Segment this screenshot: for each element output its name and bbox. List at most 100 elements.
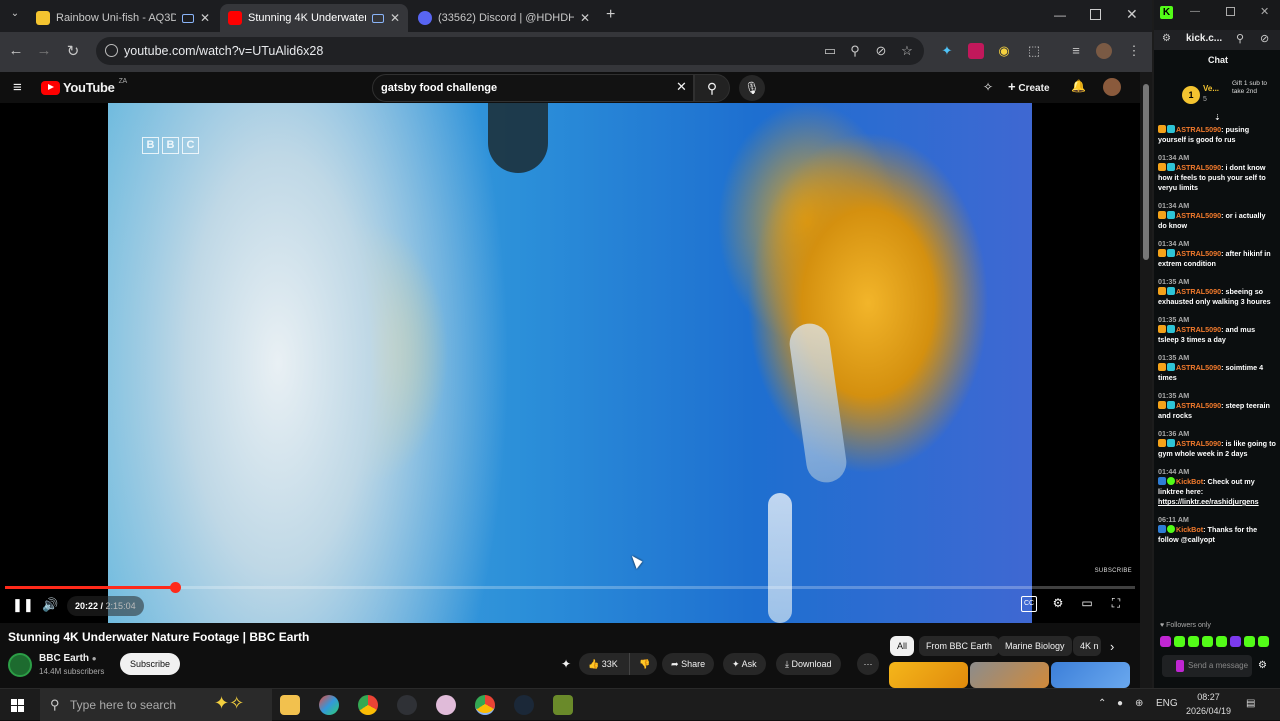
app-icon[interactable] bbox=[436, 695, 456, 715]
chat-username[interactable]: ASTRAL5090 bbox=[1176, 401, 1221, 410]
ask-button[interactable]: ✦ Ask bbox=[723, 653, 766, 675]
account-avatar[interactable] bbox=[1103, 78, 1121, 96]
maximize-icon[interactable] bbox=[1090, 9, 1101, 20]
app-icon[interactable] bbox=[319, 695, 339, 715]
emote-picker-icon[interactable] bbox=[1176, 660, 1184, 672]
minimize-icon[interactable]: — bbox=[1190, 6, 1200, 17]
chrome-icon[interactable] bbox=[358, 695, 378, 715]
extensions-puzzle-icon[interactable]: ⬚ bbox=[1026, 43, 1042, 59]
app-icon[interactable] bbox=[553, 695, 573, 715]
chat-settings-icon[interactable]: ⚙ bbox=[1258, 660, 1267, 671]
sparkle-ai-icon[interactable]: ✧ bbox=[983, 80, 993, 94]
chat-username[interactable]: ASTRAL5090 bbox=[1176, 439, 1221, 448]
search-input[interactable]: gatsby food challenge bbox=[372, 74, 694, 102]
page-scrollbar[interactable] bbox=[1140, 72, 1152, 688]
profile-avatar[interactable] bbox=[1096, 43, 1112, 59]
chip-marine-biology[interactable]: Marine Biology bbox=[998, 636, 1072, 656]
language-indicator[interactable]: ENG bbox=[1156, 698, 1178, 709]
site-info-icon[interactable] bbox=[105, 44, 118, 57]
download-button[interactable]: ⤓ Download bbox=[776, 653, 841, 675]
chip-4k[interactable]: 4K n bbox=[1073, 636, 1101, 656]
chat-username[interactable]: ASTRAL5090 bbox=[1176, 163, 1221, 172]
eye-off-icon[interactable]: ⊘ bbox=[873, 43, 889, 59]
site-settings-icon[interactable]: ⚙ bbox=[1162, 33, 1171, 44]
address-bar[interactable]: youtube.com/watch?v=UTuAlid6x28 bbox=[96, 37, 924, 65]
clear-search-icon[interactable]: ✕ bbox=[676, 79, 687, 95]
recommended-thumbnail[interactable] bbox=[970, 662, 1049, 688]
chevron-right-icon[interactable]: › bbox=[1110, 639, 1114, 654]
network-icon[interactable]: ⊕ bbox=[1135, 698, 1143, 709]
eye-off-icon[interactable]: ⊘ bbox=[1260, 32, 1269, 45]
video-player[interactable]: B B C SUBSCRIBE ❚❚ 🔊 20:22 / 2:15:04 CC … bbox=[0, 103, 1140, 623]
captions-icon[interactable]: CC bbox=[1021, 596, 1037, 612]
new-tab-button[interactable]: + bbox=[606, 6, 615, 24]
progress-bar[interactable] bbox=[5, 582, 1135, 593]
chat-link[interactable]: https://linktr.ee/rashidjurgens bbox=[1158, 497, 1259, 506]
pinned-gift-banner[interactable]: 1 Ve... 5 Gift 1 sub to take 2nd bbox=[1158, 80, 1278, 110]
ask-ai-icon[interactable]: ✦ bbox=[561, 657, 571, 671]
microphone-icon[interactable]: ● bbox=[1117, 698, 1123, 709]
volume-icon[interactable]: 🔊 bbox=[42, 597, 58, 613]
file-explorer-icon[interactable] bbox=[280, 695, 300, 715]
create-button[interactable]: + Create bbox=[1008, 79, 1050, 94]
emote-icon[interactable] bbox=[1258, 636, 1269, 647]
search-button[interactable]: ⚲ bbox=[694, 74, 730, 102]
scrollbar-thumb[interactable] bbox=[1143, 84, 1149, 260]
voice-search-button[interactable]: 🎙 bbox=[739, 75, 765, 101]
chat-username[interactable]: KickBot bbox=[1176, 525, 1203, 534]
tray-chevron-up-icon[interactable]: ⌃ bbox=[1098, 698, 1106, 709]
zoom-icon[interactable]: ⚲ bbox=[1236, 32, 1244, 45]
tab-search-chevron-icon[interactable]: ⌄ bbox=[6, 8, 24, 24]
menu-kebab-icon[interactable]: ⋮ bbox=[1126, 43, 1142, 59]
channel-avatar[interactable] bbox=[8, 653, 32, 677]
dislike-button[interactable]: 👎 bbox=[629, 653, 657, 675]
hamburger-menu-icon[interactable]: ≡ bbox=[13, 79, 22, 96]
extension-icon[interactable]: ✦ bbox=[939, 43, 955, 59]
recommended-thumbnail[interactable] bbox=[1051, 662, 1130, 688]
cast-icon[interactable]: ▭ bbox=[822, 43, 838, 59]
back-icon[interactable]: ← bbox=[6, 42, 26, 59]
settings-gear-icon[interactable]: ⚙ bbox=[1050, 596, 1066, 612]
chat-username[interactable]: ASTRAL5090 bbox=[1176, 211, 1221, 220]
emote-icon[interactable] bbox=[1230, 636, 1241, 647]
chevron-down-icon[interactable]: ⇣ bbox=[1214, 113, 1221, 122]
emote-icon[interactable] bbox=[1216, 636, 1227, 647]
forward-icon[interactable]: → bbox=[34, 42, 54, 59]
chat-username[interactable]: ASTRAL5090 bbox=[1176, 125, 1221, 134]
extension-icon[interactable]: ◉ bbox=[996, 43, 1012, 59]
miniplayer-icon[interactable]: ▭ bbox=[1079, 596, 1095, 612]
chat-username[interactable]: ASTRAL5090 bbox=[1176, 287, 1221, 296]
video-frame[interactable]: B B C bbox=[108, 103, 1032, 623]
chrome-icon[interactable] bbox=[475, 695, 495, 715]
chat-username[interactable]: KickBot bbox=[1176, 477, 1203, 486]
like-button[interactable]: 👍 33K bbox=[579, 653, 629, 675]
fullscreen-icon[interactable]: ⛶ bbox=[1108, 596, 1124, 612]
emote-icon[interactable] bbox=[1188, 636, 1199, 647]
reload-icon[interactable]: ↻ bbox=[63, 42, 83, 60]
share-button[interactable]: ➦ Share bbox=[662, 653, 715, 675]
tab-rainbow-unifish[interactable]: Rainbow Uni-fish - AQ3D ✕ bbox=[28, 4, 218, 32]
taskbar-clock[interactable]: 08:27 2026/04/19 bbox=[1186, 690, 1231, 718]
emote-icon[interactable] bbox=[1244, 636, 1255, 647]
chip-from-bbc-earth[interactable]: From BBC Earth bbox=[919, 636, 1000, 656]
close-icon[interactable]: ✕ bbox=[390, 11, 400, 25]
close-icon[interactable]: ✕ bbox=[580, 11, 590, 25]
scrubber-handle[interactable] bbox=[169, 582, 181, 593]
zoom-icon[interactable]: ⚲ bbox=[847, 43, 863, 59]
windows-start-icon[interactable] bbox=[11, 699, 24, 712]
emote-icon[interactable] bbox=[1174, 636, 1185, 647]
maximize-icon[interactable] bbox=[1226, 7, 1235, 16]
emote-icon[interactable] bbox=[1160, 636, 1171, 647]
notifications-icon[interactable]: ▤ bbox=[1246, 698, 1255, 709]
close-icon[interactable]: ✕ bbox=[200, 11, 210, 25]
chat-username[interactable]: ASTRAL5090 bbox=[1176, 363, 1221, 372]
recommended-thumbnail[interactable] bbox=[889, 662, 968, 688]
subscribe-watermark[interactable]: SUBSCRIBE bbox=[1095, 568, 1132, 574]
search-highlight-icon[interactable]: ✦✧ bbox=[214, 693, 244, 714]
chip-all[interactable]: All bbox=[890, 636, 915, 656]
media-controls-icon[interactable]: ≡ bbox=[1068, 43, 1084, 59]
pause-icon[interactable]: ❚❚ bbox=[12, 597, 34, 613]
tab-discord[interactable]: (33562) Discord | @HDHDHDH ✕ bbox=[410, 4, 598, 32]
youtube-logo[interactable]: YouTube ZA bbox=[41, 78, 127, 95]
extension-icon[interactable] bbox=[968, 43, 984, 59]
